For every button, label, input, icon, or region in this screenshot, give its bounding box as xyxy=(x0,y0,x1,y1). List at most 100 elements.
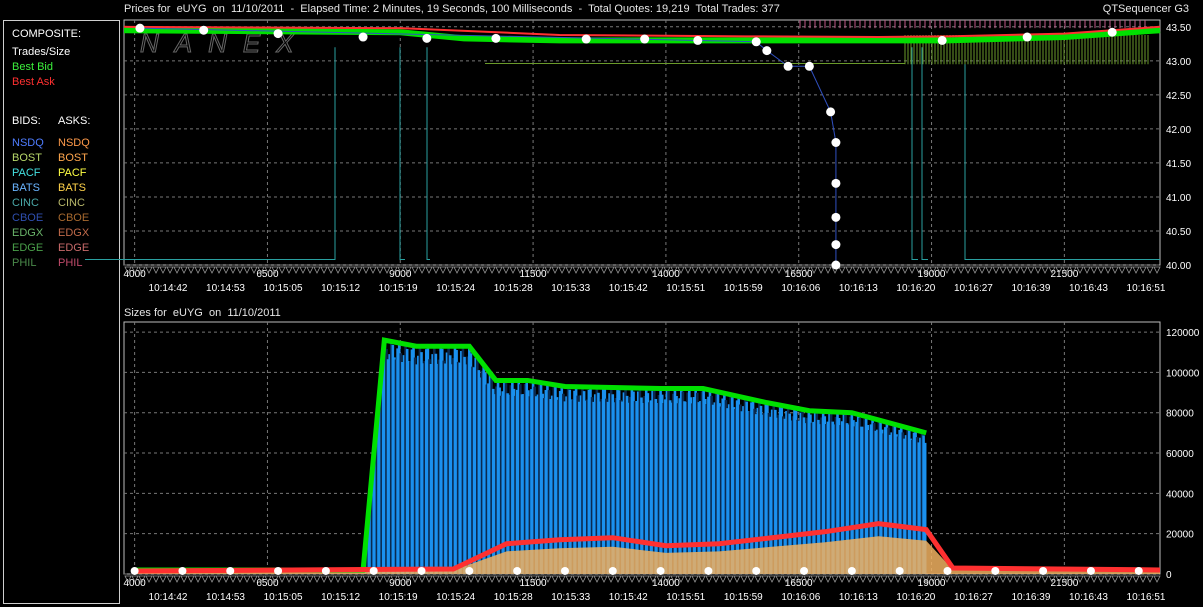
trade-marker xyxy=(1111,575,1119,583)
trade-marker xyxy=(236,266,244,274)
trade-marker xyxy=(362,575,370,583)
trade-marker xyxy=(740,575,748,583)
trade-marker xyxy=(1153,575,1161,583)
trade-marker xyxy=(754,575,762,583)
trade-marker xyxy=(1006,266,1014,274)
trade-size-point xyxy=(226,566,235,575)
trade-marker xyxy=(572,266,580,274)
trade-marker xyxy=(978,266,986,274)
trade-point xyxy=(1022,32,1032,42)
trade-marker xyxy=(824,575,832,583)
trade-marker xyxy=(908,266,916,274)
trade-marker xyxy=(691,575,699,583)
trade-marker xyxy=(1125,575,1133,583)
trade-marker xyxy=(712,575,720,583)
trade-marker xyxy=(1006,575,1014,583)
trade-marker xyxy=(873,266,881,274)
trade-marker xyxy=(698,266,706,274)
trade-marker xyxy=(565,266,573,274)
trade-marker xyxy=(1027,266,1035,274)
time-tick-label: 10:16:43 xyxy=(1069,283,1108,294)
trade-marker xyxy=(999,266,1007,274)
trade-marker xyxy=(866,575,874,583)
trade-marker xyxy=(229,266,237,274)
trade-point xyxy=(491,33,501,43)
trade-marker xyxy=(1139,575,1147,583)
trade-marker xyxy=(551,575,559,583)
y-tick-label: 0 xyxy=(1166,570,1172,581)
trade-marker xyxy=(684,575,692,583)
y-tick-label: 20000 xyxy=(1166,530,1194,541)
trade-marker xyxy=(432,575,440,583)
trade-marker xyxy=(747,575,755,583)
trade-point xyxy=(751,37,761,47)
trade-marker xyxy=(712,266,720,274)
time-tick-label: 10:14:42 xyxy=(149,592,188,603)
trade-marker xyxy=(761,266,769,274)
trade-marker xyxy=(299,266,307,274)
time-tick-label: 10:16:39 xyxy=(1011,283,1050,294)
trade-marker xyxy=(761,575,769,583)
trade-marker xyxy=(348,575,356,583)
trade-marker xyxy=(873,575,881,583)
trade-marker xyxy=(845,575,853,583)
trade-point xyxy=(831,260,841,270)
trade-marker xyxy=(740,266,748,274)
trade-marker xyxy=(964,575,972,583)
trade-marker xyxy=(460,266,468,274)
trade-marker xyxy=(411,575,419,583)
trade-marker xyxy=(1020,266,1028,274)
trade-marker xyxy=(551,266,559,274)
time-tick-label: 10:15:28 xyxy=(494,283,533,294)
y-tick-label: 40000 xyxy=(1166,489,1194,500)
time-tick-label: 10:16:43 xyxy=(1069,592,1108,603)
trade-marker xyxy=(320,575,328,583)
trade-marker xyxy=(985,266,993,274)
trade-marker xyxy=(355,266,363,274)
trade-marker xyxy=(285,575,293,583)
trade-marker xyxy=(824,266,832,274)
trade-marker xyxy=(341,266,349,274)
time-tick-label: 10:15:51 xyxy=(666,592,705,603)
trade-point xyxy=(831,240,841,250)
trade-marker xyxy=(355,575,363,583)
trade-point xyxy=(831,138,841,147)
trade-marker xyxy=(558,575,566,583)
trade-marker xyxy=(971,575,979,583)
trade-marker xyxy=(1132,266,1140,274)
trade-marker xyxy=(495,266,503,274)
trade-marker xyxy=(726,266,734,274)
trade-marker xyxy=(453,266,461,274)
time-tick-label: 10:16:13 xyxy=(839,283,878,294)
trade-marker xyxy=(971,266,979,274)
trade-point xyxy=(783,61,793,71)
trade-size-point xyxy=(943,566,952,575)
trade-marker xyxy=(166,266,174,274)
trade-marker xyxy=(775,266,783,274)
trade-marker xyxy=(229,575,237,583)
trade-size-point xyxy=(274,566,283,575)
trade-marker xyxy=(1104,266,1112,274)
trade-marker xyxy=(817,266,825,274)
trade-point xyxy=(826,107,836,117)
trade-marker xyxy=(845,266,853,274)
trade-marker xyxy=(439,575,447,583)
trade-marker xyxy=(887,575,895,583)
trade-marker xyxy=(467,575,475,583)
trade-marker xyxy=(222,575,230,583)
time-tick-label: 10:15:19 xyxy=(379,283,418,294)
trade-marker xyxy=(754,266,762,274)
trade-point xyxy=(831,178,841,188)
trade-marker xyxy=(425,575,433,583)
trade-marker xyxy=(1146,266,1154,274)
time-tick-label: 10:16:06 xyxy=(781,592,820,603)
trade-marker xyxy=(1090,266,1098,274)
trade-marker xyxy=(565,575,573,583)
trade-point xyxy=(762,46,772,56)
time-tick-label: 10:15:24 xyxy=(436,592,475,603)
trade-marker xyxy=(1041,266,1049,274)
trade-marker xyxy=(327,575,335,583)
trade-marker xyxy=(1083,266,1091,274)
trade-marker xyxy=(446,575,454,583)
trade-marker xyxy=(460,575,468,583)
